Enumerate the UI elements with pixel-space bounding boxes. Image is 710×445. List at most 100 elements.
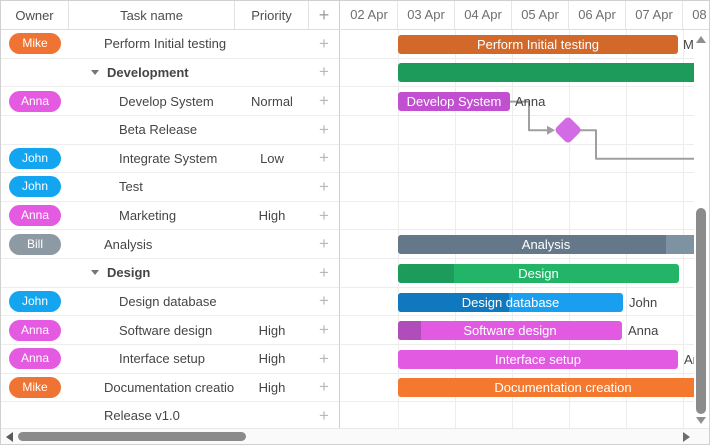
task-bar[interactable]: Software design [398, 321, 622, 341]
table-row[interactable]: Anna Interface setup High + [1, 345, 339, 374]
task-bar[interactable]: Design database [398, 292, 623, 312]
vertical-scrollbar-thumb[interactable] [696, 208, 706, 414]
task-name-cell[interactable]: Release v1.0 [69, 402, 235, 430]
owner-cell [1, 59, 69, 87]
task-name-cell[interactable]: Develop System [69, 87, 235, 115]
add-task-button[interactable]: + [309, 316, 339, 344]
add-task-button[interactable]: + [309, 87, 339, 115]
task-name-cell[interactable]: Analysis [69, 230, 235, 258]
column-header-owner: Owner [1, 1, 69, 29]
add-task-button[interactable]: + [309, 59, 339, 87]
table-row[interactable]: John Integrate System Low + [1, 145, 339, 174]
owner-cell [1, 402, 69, 430]
table-row[interactable]: Beta Release + [1, 116, 339, 145]
timeline-date-header: 05 Apr [512, 1, 569, 29]
task-name-cell[interactable]: Design [69, 259, 235, 287]
add-task-button[interactable]: + [309, 173, 339, 201]
grid-body: Mike Perform Initial testing + Developme… [1, 30, 339, 431]
priority-cell [235, 30, 309, 58]
owner-cell: Anna [1, 345, 69, 373]
task-bar[interactable]: Develop System [398, 92, 510, 112]
timeline-date-header: 06 Apr [569, 1, 626, 29]
table-row[interactable]: Release v1.0 + [1, 402, 339, 431]
table-row[interactable]: Mike Perform Initial testing + [1, 30, 339, 59]
task-name-cell[interactable]: Marketing [69, 202, 235, 230]
task-name-cell[interactable]: Integrate System [69, 145, 235, 173]
table-row[interactable]: John Test + [1, 173, 339, 202]
timeline-row-line [341, 372, 709, 374]
owner-cell: John [1, 173, 69, 201]
task-bar[interactable]: Interface setup [398, 349, 678, 369]
task-name-cell[interactable]: Development [69, 59, 235, 87]
task-owner-label: Anna [515, 94, 546, 110]
task-name-cell[interactable]: Design database [69, 288, 235, 316]
table-row[interactable]: Anna Software design High + [1, 316, 339, 345]
table-row[interactable]: Mike Documentation creation High + [1, 374, 339, 403]
owner-cell: Anna [1, 87, 69, 115]
horizontal-scrollbar-thumb[interactable] [18, 432, 246, 441]
task-progress-fill [398, 263, 454, 283]
task-name-cell[interactable]: Software design [69, 316, 235, 344]
priority-cell: High [258, 208, 286, 224]
add-task-button[interactable]: + [309, 145, 339, 173]
add-task-button[interactable]: + [309, 30, 339, 58]
horizontal-scrollbar[interactable] [1, 428, 709, 444]
task-name-label: Analysis [104, 236, 153, 252]
priority-cell: Normal [251, 93, 293, 109]
table-row[interactable]: Anna Develop System Normal + [1, 87, 339, 116]
owner-badge: Anna [9, 205, 61, 227]
task-grid: Owner Task name Priority + Mike Perform … [1, 1, 340, 431]
owner-badge: John [9, 290, 61, 312]
scroll-up-arrow-icon[interactable] [696, 36, 706, 43]
column-header-task-name: Task name [69, 1, 235, 29]
task-name-label: Software design [119, 322, 213, 338]
task-bar[interactable]: Documentation creation [398, 378, 709, 398]
task-progress-fill [398, 321, 421, 341]
task-name-cell[interactable]: Documentation creation [69, 374, 235, 402]
scroll-right-arrow-icon[interactable] [683, 432, 690, 442]
task-name-cell[interactable]: Interface setup [69, 345, 235, 373]
add-task-button[interactable]: + [309, 402, 339, 430]
scroll-down-arrow-icon[interactable] [696, 417, 706, 424]
task-name-cell[interactable]: Perform Initial testing [69, 30, 235, 58]
add-task-button[interactable]: + [309, 288, 339, 316]
table-row[interactable]: Bill Analysis + [1, 230, 339, 259]
add-task-button[interactable]: + [309, 202, 339, 230]
owner-cell: John [1, 145, 69, 173]
gantt-chart-widget: Owner Task name Priority + Mike Perform … [0, 0, 710, 445]
collapse-arrow-icon[interactable] [91, 270, 99, 276]
table-row[interactable]: Anna Marketing High + [1, 202, 339, 231]
table-row[interactable]: Development + [1, 59, 339, 88]
task-bar[interactable]: Analysis [398, 235, 694, 255]
task-name-cell[interactable]: Test [69, 173, 235, 201]
timeline-date-header: 07 Apr [626, 1, 683, 29]
timeline-date-header: 03 Apr [398, 1, 455, 29]
table-row[interactable]: John Design database + [1, 288, 339, 317]
scroll-left-arrow-icon[interactable] [6, 432, 13, 442]
priority-cell: High [258, 351, 286, 367]
task-name-label: Documentation creation [104, 379, 235, 395]
task-name-cell[interactable]: Beta Release [69, 116, 235, 144]
task-bar[interactable]: Perform Initial testing [398, 34, 678, 54]
add-task-button[interactable]: + [309, 374, 339, 402]
task-owner-label: Anna [628, 323, 659, 339]
add-task-button[interactable]: + [309, 345, 339, 373]
add-task-button[interactable]: + [309, 230, 339, 258]
add-task-button[interactable]: + [309, 116, 339, 144]
table-row[interactable]: Design + [1, 259, 339, 288]
add-task-button[interactable]: + [309, 259, 339, 287]
owner-cell: John [1, 288, 69, 316]
timeline-row-line [341, 57, 709, 59]
timeline-row-line [341, 286, 709, 288]
owner-cell: Mike [1, 30, 69, 58]
priority-cell [235, 230, 309, 258]
task-name-label: Release v1.0 [104, 408, 180, 424]
collapse-arrow-icon[interactable] [91, 69, 99, 75]
task-bar[interactable]: Design [398, 263, 679, 283]
task-name-label: Integrate System [119, 150, 218, 166]
add-column-button[interactable]: + [309, 1, 339, 29]
vertical-scrollbar[interactable] [694, 30, 709, 430]
milestone-diamond[interactable] [553, 116, 583, 145]
task-bar[interactable] [398, 63, 709, 83]
task-owner-label: John [629, 294, 658, 310]
